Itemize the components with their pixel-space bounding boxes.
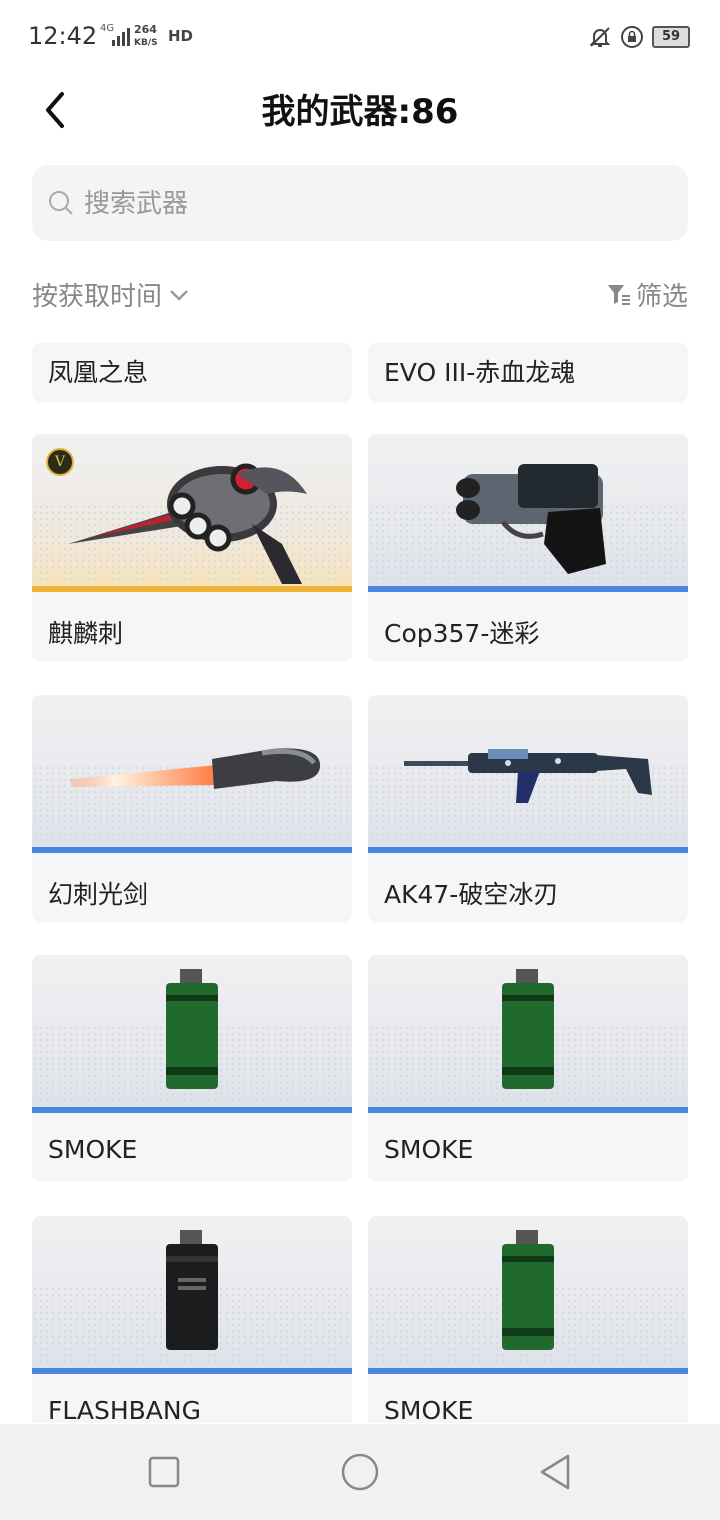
hd-indicator: HD [168, 27, 194, 45]
chevron-down-icon [170, 289, 188, 301]
battery-indicator: 59 [652, 26, 690, 48]
search-icon [49, 191, 73, 215]
network-speed: 264 KB/S [134, 24, 158, 49]
weapon-name: 凤凰之息 [48, 358, 149, 387]
status-right: 59 [588, 24, 690, 50]
smoke-grenade-icon [166, 969, 218, 1089]
triangle-back-icon[interactable] [536, 1452, 576, 1492]
bell-off-icon [589, 27, 611, 47]
rarity-stripe [368, 1107, 688, 1113]
weapon-card[interactable]: 凤凰之息 [32, 343, 352, 402]
rotation-lock-icon [621, 26, 643, 48]
weapon-image [32, 695, 352, 853]
weapon-card[interactable]: 幻刺光剑 [32, 695, 352, 922]
weapon-name: FLASHBANG [48, 1396, 201, 1423]
weapon-card[interactable]: SMOKE [32, 955, 352, 1182]
status-time: 12:42 [28, 22, 98, 50]
sort-dropdown[interactable]: 按获取时间 [32, 276, 190, 313]
weapon-name: EVO III-赤血龙魂 [384, 358, 576, 387]
smoke-grenade-icon [502, 969, 554, 1089]
status-bar: 12:42 4G 264 KB/S HD 59 [0, 0, 720, 72]
search-box[interactable] [32, 165, 688, 243]
smoke-grenade-icon [502, 1230, 554, 1350]
rarity-stripe [32, 586, 352, 592]
square-icon[interactable] [144, 1452, 184, 1492]
weapon-name: SMOKE [384, 1396, 474, 1423]
qilin-blade-icon [68, 463, 307, 584]
weapon-card[interactable]: Cop357-迷彩 [368, 434, 688, 661]
filter-icon [607, 284, 630, 305]
sort-label: 按获取时间 [32, 282, 163, 312]
weapon-name: AK47-破空冰刃 [384, 880, 559, 909]
weapon-name: Cop357-迷彩 [384, 619, 540, 648]
speed-unit: KB/S [134, 38, 158, 48]
flashbang-icon [166, 1230, 218, 1350]
rarity-stripe [368, 847, 688, 853]
weapon-image [368, 1216, 688, 1374]
sort-filter-row: 按获取时间 筛选 [32, 270, 688, 318]
filter-label: 筛选 [635, 282, 688, 312]
weapon-card[interactable]: SMOKE [368, 1216, 688, 1423]
rarity-stripe [32, 847, 352, 853]
weapon-image: V [32, 434, 352, 592]
light-saber-icon [70, 748, 321, 789]
weapon-image [368, 434, 688, 592]
weapon-image [368, 955, 688, 1113]
weapon-name: SMOKE [48, 1135, 138, 1164]
rarity-stripe [32, 1368, 352, 1374]
weapon-card[interactable]: EVO III-赤血龙魂 [368, 343, 688, 402]
signal-icon [112, 28, 132, 46]
search-input[interactable] [82, 165, 666, 243]
header: 我的武器:86 [0, 72, 720, 148]
page-title: 我的武器:86 [261, 92, 459, 132]
weapon-card[interactable]: AK47-破空冰刃 [368, 695, 688, 922]
weapon-card[interactable]: FLASHBANG [32, 1216, 352, 1423]
weapon-card[interactable]: V 麒麟刺 [32, 434, 352, 661]
weapon-name: SMOKE [384, 1135, 474, 1164]
weapon-image [368, 695, 688, 853]
weapon-grid: 凤凰之息 EVO III-赤血龙魂 V 麒麟刺 Cop357-迷彩 幻刺光剑 A… [32, 343, 688, 1423]
weapon-image [32, 955, 352, 1113]
weapon-name: 麒麟刺 [48, 619, 124, 648]
system-nav-bar [0, 1424, 720, 1520]
weapon-card[interactable]: SMOKE [368, 955, 688, 1182]
rarity-stripe [368, 1368, 688, 1374]
weapon-image [32, 1216, 352, 1374]
weapon-name: 幻刺光剑 [48, 880, 149, 909]
ak47-icon [404, 749, 652, 803]
filter-button[interactable]: 筛选 [606, 276, 688, 313]
speed-value: 264 [134, 23, 157, 36]
rarity-stripe [368, 586, 688, 592]
rarity-stripe [32, 1107, 352, 1113]
revolver-icon [456, 464, 606, 574]
circle-icon[interactable] [340, 1452, 380, 1492]
